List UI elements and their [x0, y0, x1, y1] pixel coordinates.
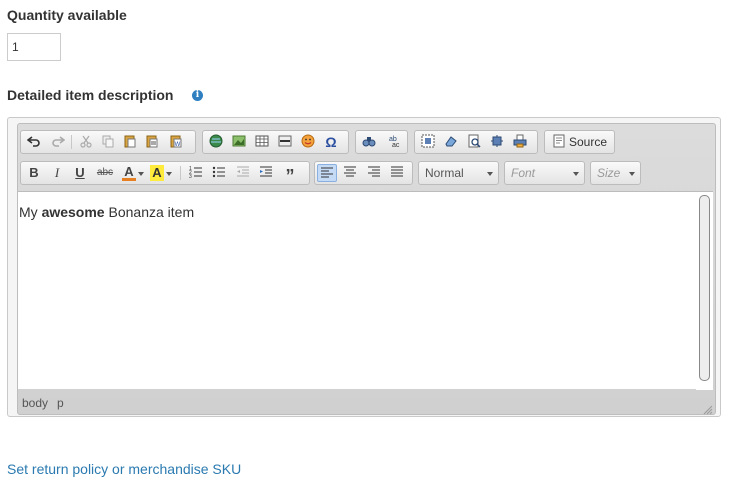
toolbar-group-formatting: B I U abc A A 123 ”	[20, 161, 310, 186]
find-icon[interactable]	[360, 134, 378, 150]
bold-button[interactable]: B	[25, 165, 43, 181]
size-select[interactable]: Size	[590, 161, 641, 185]
horizontal-rule-icon[interactable]	[276, 134, 294, 150]
strikethrough-button[interactable]: abc	[94, 165, 116, 181]
toolbar-group-clipboard: W	[71, 130, 196, 154]
select-all-icon[interactable]	[419, 134, 437, 150]
content-text-end: Bonanza item	[104, 204, 195, 220]
format-select-value: Normal	[425, 166, 464, 180]
editor-content[interactable]: My awesome Bonanza item	[18, 191, 696, 389]
text-color-arrow[interactable]	[138, 165, 146, 181]
content-text: My	[19, 204, 42, 220]
table-icon[interactable]	[253, 134, 271, 150]
return-policy-link[interactable]: Set return policy or merchandise SKU	[7, 461, 241, 477]
cut-icon[interactable]	[77, 134, 95, 150]
copy-icon[interactable]	[99, 134, 117, 150]
editor-frame: W Ω ab ac Source B I U abc A A 1 2 3 ” N…	[17, 123, 716, 415]
scrollbar-thumb[interactable]	[699, 195, 710, 381]
element-path-bar: body p	[22, 396, 73, 410]
source-icon	[550, 134, 568, 150]
paste-icon[interactable]	[121, 134, 139, 150]
size-select-placeholder: Size	[597, 166, 621, 180]
font-select[interactable]: Font	[504, 161, 585, 185]
image-icon[interactable]	[230, 134, 248, 150]
maximize-icon[interactable]	[488, 134, 506, 150]
toolbar-group-find: ab ac	[355, 130, 408, 154]
toolbar-group-align	[314, 161, 413, 185]
toolbar-group-insert: Ω	[202, 130, 349, 154]
description-label: Detailed item description	[7, 87, 174, 103]
italic-button[interactable]: I	[48, 165, 66, 181]
path-item-p[interactable]: p	[57, 396, 64, 410]
path-item-body[interactable]: body	[22, 396, 48, 410]
decrease-indent-icon[interactable]	[234, 165, 252, 181]
underline-button[interactable]: U	[71, 165, 89, 181]
svg-text:W: W	[175, 142, 181, 148]
bulleted-list-icon[interactable]	[210, 165, 228, 181]
background-color-arrow[interactable]	[166, 165, 174, 181]
paste-word-icon[interactable]: W	[167, 134, 185, 150]
link-icon[interactable]	[207, 134, 225, 150]
redo-icon[interactable]	[49, 134, 67, 150]
text-color-button[interactable]: A	[122, 165, 136, 181]
print-icon[interactable]	[511, 134, 529, 150]
special-char-icon[interactable]: Ω	[322, 134, 340, 150]
quantity-input[interactable]	[7, 33, 61, 61]
toolbar-group-undo	[20, 130, 74, 154]
undo-icon[interactable]	[25, 134, 43, 150]
align-justify-icon[interactable]	[388, 165, 406, 181]
smiley-icon[interactable]	[299, 134, 317, 150]
source-button[interactable]: Source	[544, 130, 615, 154]
increase-indent-icon[interactable]	[257, 165, 275, 181]
info-icon[interactable]: i	[192, 90, 203, 101]
align-left-icon[interactable]	[317, 164, 337, 182]
remove-format-icon[interactable]	[442, 134, 460, 150]
content-bold-text: awesome	[41, 204, 105, 220]
editor-scrollbar[interactable]	[696, 191, 713, 390]
align-right-icon[interactable]	[365, 165, 383, 181]
background-color-button[interactable]: A	[150, 165, 164, 181]
quantity-label: Quantity available	[7, 7, 127, 23]
font-select-placeholder: Font	[511, 166, 536, 180]
toolbar-group-tools	[414, 130, 538, 154]
align-center-icon[interactable]	[341, 165, 359, 181]
replace-icon[interactable]: ab ac	[384, 134, 402, 150]
numbered-list-icon[interactable]: 123	[187, 165, 205, 181]
source-label: Source	[569, 135, 608, 149]
paste-text-icon[interactable]	[143, 134, 161, 150]
format-select[interactable]: Normal	[418, 161, 499, 185]
blockquote-button[interactable]: ”	[281, 165, 299, 186]
resize-handle-icon[interactable]	[703, 402, 713, 415]
chevron-down-icon	[629, 172, 635, 176]
preview-icon[interactable]	[465, 134, 483, 150]
chevron-down-icon	[573, 172, 579, 176]
chevron-down-icon	[487, 172, 493, 176]
svg-text:3: 3	[189, 174, 192, 179]
svg-text:ac: ac	[392, 142, 400, 148]
rich-text-editor: W Ω ab ac Source B I U abc A A 1 2 3 ” N…	[7, 117, 721, 417]
